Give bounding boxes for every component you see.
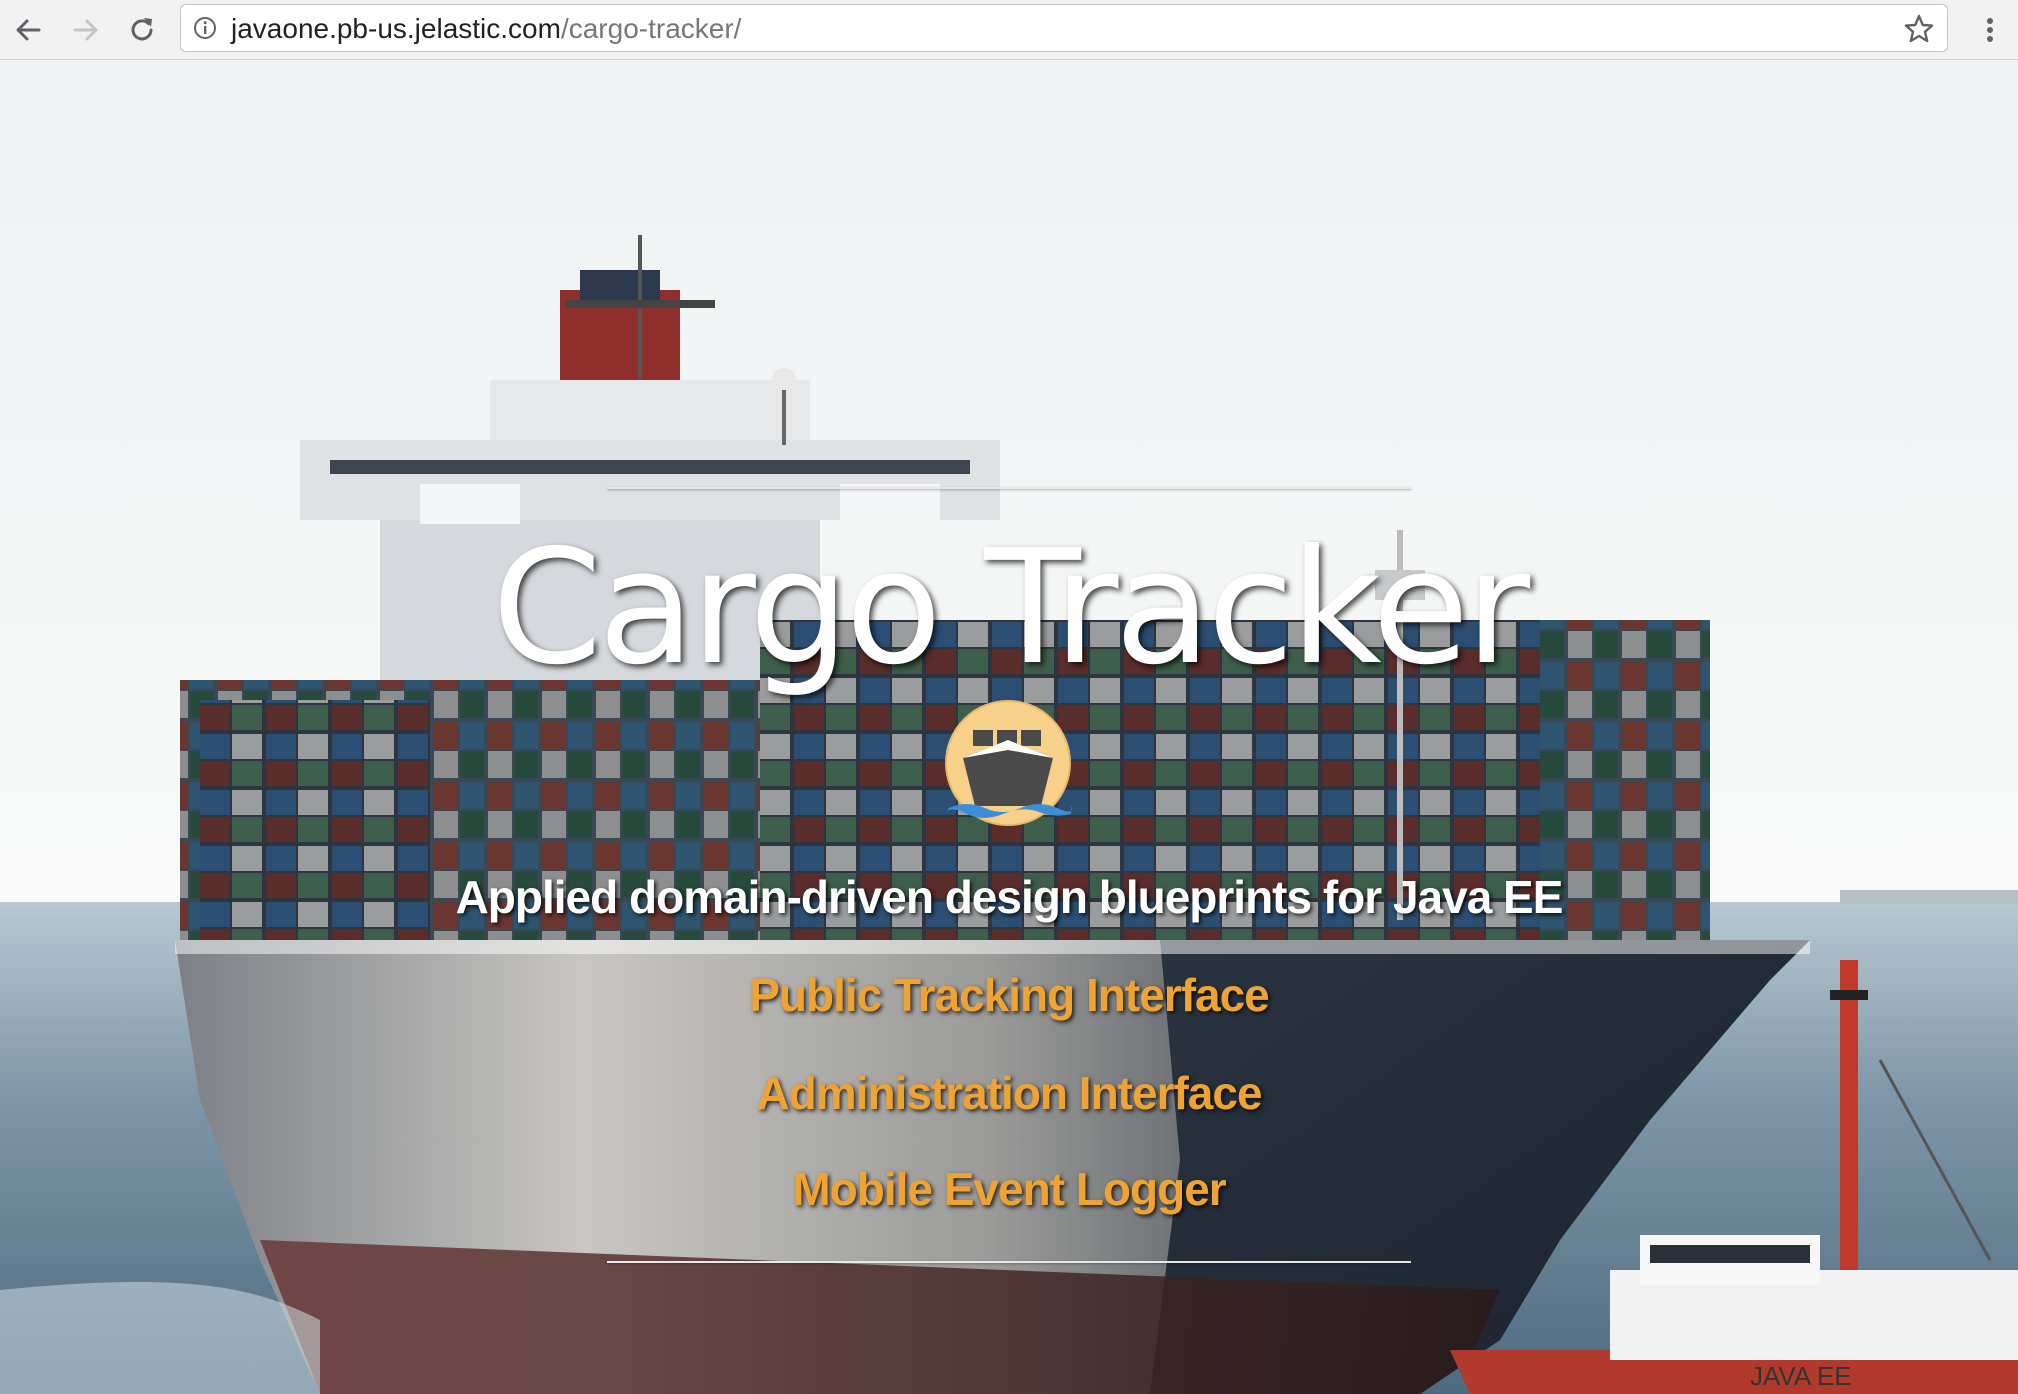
url-host: javaone.pb-us.jelastic.com: [231, 13, 561, 44]
administration-link[interactable]: Administration Interface: [756, 1067, 1262, 1119]
address-bar[interactable]: javaone.pb-us.jelastic.com/cargo-tracker…: [180, 4, 1948, 52]
url-text[interactable]: javaone.pb-us.jelastic.com/cargo-tracker…: [231, 5, 741, 51]
back-button[interactable]: [6, 8, 50, 52]
bookmark-star-icon[interactable]: [1903, 13, 1935, 45]
browser-toolbar: javaone.pb-us.jelastic.com/cargo-tracker…: [0, 0, 2018, 60]
url-path: /cargo-tracker/: [560, 13, 742, 44]
bottom-divider: [607, 1261, 1411, 1263]
link-row-public-tracking: Public Tracking Interface: [0, 968, 2018, 1022]
mobile-event-logger-link[interactable]: Mobile Event Logger: [792, 1163, 1226, 1215]
reload-button[interactable]: [120, 8, 164, 52]
reload-icon: [131, 18, 153, 41]
forward-button[interactable]: [64, 8, 108, 52]
info-circle-icon[interactable]: [193, 16, 217, 40]
link-row-mobile-logger: Mobile Event Logger: [0, 1162, 2018, 1216]
top-divider: [607, 487, 1411, 489]
cargo-ship-icon: [945, 700, 1072, 826]
browser-menu-button[interactable]: [1968, 8, 2012, 52]
page-title: Cargo Tracker: [491, 516, 1530, 700]
arrow-left-icon: [16, 19, 41, 41]
public-tracking-link[interactable]: Public Tracking Interface: [749, 969, 1270, 1021]
hero-section: Cargo Tracker Applied domain-driven desi…: [0, 60, 2018, 1394]
vertical-ellipsis-icon: [1987, 18, 1993, 42]
tagline: Applied domain-driven design blueprints …: [455, 871, 1564, 923]
link-row-administration: Administration Interface: [0, 1066, 2018, 1120]
landing-page: JAVA EE Cargo Tracker Applied domain-dri…: [0, 60, 2018, 1394]
arrow-right-icon: [73, 19, 98, 41]
